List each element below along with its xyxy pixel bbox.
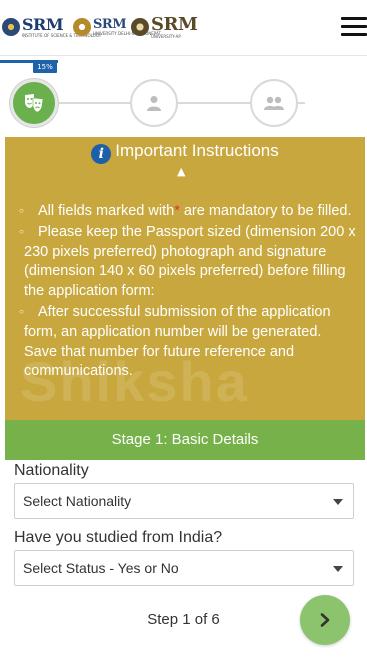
instruction-item: Please keep the Passport sized (dimensio… <box>24 222 357 302</box>
nationality-value: Select Nationality <box>23 493 132 509</box>
srm-seal-icon <box>2 18 20 36</box>
chevron-right-icon <box>320 613 330 627</box>
instructions-title: Important Instructions <box>115 141 279 160</box>
user-icon <box>147 96 161 111</box>
srm-seal-icon <box>131 18 149 36</box>
instructions-list: All fields marked with* are mandatory to… <box>5 201 357 382</box>
step-basic-details[interactable] <box>10 79 58 127</box>
srm-ap-logo[interactable]: SRM UNIVERSITY-AP <box>131 12 198 42</box>
next-button[interactable] <box>300 595 350 645</box>
studied-india-value: Select Status - Yes or No <box>23 560 179 576</box>
info-icon: i <box>91 144 112 164</box>
instructions-panel: Shiksha iImportant Instructions ▲ All fi… <box>5 137 365 420</box>
logo-subtitle: UNIVERSITY-AP <box>151 33 181 39</box>
instruction-item: After successful submission of the appli… <box>24 302 357 382</box>
caret-down-icon <box>333 499 343 505</box>
caret-down-icon <box>333 566 343 572</box>
instructions-header[interactable]: i Important Instructions <box>5 141 365 164</box>
chevron-up-icon[interactable]: ▲ <box>177 165 185 178</box>
nationality-label: Nationality <box>14 462 89 479</box>
nationality-select[interactable]: Select Nationality <box>14 483 354 519</box>
studied-india-select[interactable]: Select Status - Yes or No <box>14 550 354 586</box>
stage-title-bar: Stage 1: Basic Details <box>5 420 365 460</box>
logo-name: SRM <box>151 13 198 35</box>
hamburger-menu-icon[interactable] <box>341 17 367 39</box>
studied-india-label: Have you studied from India? <box>14 529 223 546</box>
theater-masks-icon <box>25 94 44 113</box>
step-family-details[interactable] <box>250 79 298 127</box>
app-header: SRM INSTITUTE OF SCIENCE & TECHNOLOGY SR… <box>0 0 367 56</box>
instruction-item: All fields marked with* are mandatory to… <box>24 201 357 222</box>
progress-percent-badge: 15% <box>33 61 57 73</box>
step-personal-details[interactable] <box>130 79 178 127</box>
users-icon <box>264 96 284 110</box>
srm-seal-icon <box>73 18 91 36</box>
